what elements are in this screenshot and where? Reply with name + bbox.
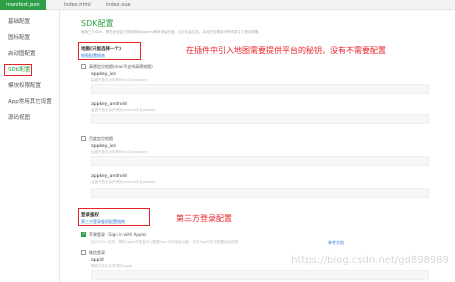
baidu-ios-input[interactable] — [91, 156, 429, 166]
apple-login-checkbox[interactable] — [81, 232, 86, 237]
sidebar-item-icons[interactable]: 图标配置 — [0, 32, 60, 44]
baidu-android-input[interactable] — [91, 188, 429, 198]
baidu-android-label: appkey_android — [91, 174, 127, 179]
baidu-ios-label: appkey_ios — [91, 144, 116, 149]
amap-android-hint: 高德开放平台申请的android平台appkey — [91, 108, 156, 112]
wechat-appid-hint: 微信开放平台申请的appid — [91, 264, 133, 268]
baidu-map-option-label: 百度定位地图 — [89, 136, 113, 141]
wechat-appid-input[interactable] — [91, 270, 429, 280]
baidu-android-hint: 百度开放平台申请的android平台appkey — [91, 180, 156, 184]
apple-login-desc: 仅iOS13+支持，需在Apple开发者中心配置App ID开启此功能，并在Ap… — [91, 240, 238, 244]
amap-checkbox[interactable] — [81, 64, 86, 69]
tab-index-vue[interactable]: index.vue — [100, 0, 136, 10]
wechat-appid-label: appid — [91, 258, 104, 263]
tab-manifest-json[interactable]: manifest.json — [0, 0, 46, 10]
wechat-login-option-label: 微信登录 — [89, 250, 105, 255]
sdk-config-panel: SDK配置 使用三方SDK，需在此设定它的密钥和appkey等申请后的值；云打包… — [61, 10, 455, 282]
manifest-sidebar: 基础配置 图标配置 启动图配置 SDK配置 模块权限配置 App常用其它设置 源… — [0, 10, 60, 282]
apple-login-option-label: 苹果登录（Sign in with Apple） — [89, 232, 150, 237]
login-heading-highlight-box — [78, 208, 150, 226]
tab-index-html[interactable]: index.html — [58, 0, 97, 10]
baidu-map-checkbox[interactable] — [81, 136, 86, 141]
login-annotation: 第三方登录配置 — [176, 214, 232, 223]
sidebar-item-source-view[interactable]: 源码视图 — [0, 112, 60, 124]
sidebar-sdk-highlight-box — [4, 64, 32, 76]
editor-tab-bar: manifest.json index.html index.vue — [0, 0, 455, 10]
amap-ios-label: appkey_ios — [91, 72, 116, 77]
amap-android-label: appkey_android — [91, 102, 127, 107]
sidebar-item-permissions[interactable]: 模块权限配置 — [0, 80, 60, 92]
baidu-ios-hint: 百度开放平台申请的ios平台appkey — [91, 150, 148, 154]
sidebar-item-other-settings[interactable]: App常用其它设置 — [0, 96, 60, 108]
apple-login-docs-link[interactable]: 参考文档 — [328, 240, 344, 246]
wechat-login-checkbox[interactable] — [81, 250, 86, 255]
map-annotation: 在插件中引入地图需要提供平台的秘钥，没有不需要配置 — [186, 46, 386, 55]
sidebar-item-splash[interactable]: 启动图配置 — [0, 48, 60, 60]
amap-ios-input[interactable] — [91, 84, 429, 94]
csdn-watermark: https://blog.csdn.net/gd898989 — [291, 255, 449, 266]
sidebar-item-basic[interactable]: 基础配置 — [0, 16, 60, 28]
page-title: SDK配置 — [81, 19, 114, 28]
sdk-description: 使用三方SDK，需在此设定它的密钥和appkey等申请后的值；云打包会生效。本地… — [81, 30, 262, 34]
amap-option-label: 高德定位地图(mac不支持高德地图) — [89, 64, 153, 69]
amap-ios-hint: 高德开放平台申请的ios平台appkey — [91, 78, 148, 82]
map-heading-highlight-box — [78, 42, 141, 60]
amap-android-input[interactable] — [91, 114, 429, 124]
